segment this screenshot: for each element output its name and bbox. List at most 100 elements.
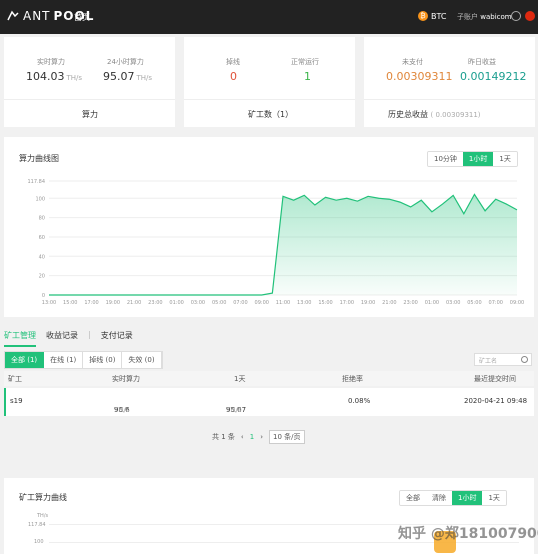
x-tick-label: 15:00 — [63, 300, 77, 306]
24h-hashrate-number: 95.07 — [103, 70, 135, 83]
account-menu[interactable]: 子账户 wabicom — [457, 12, 512, 22]
worker-range-1hour-button[interactable]: 1小时 — [452, 491, 483, 505]
col-1day[interactable]: 1天 — [234, 374, 245, 384]
total-earnings-value: ( 0.00309311) — [430, 111, 481, 119]
x-tick-label: 19:00 — [106, 300, 120, 306]
y-tick-label: 80 — [39, 216, 45, 222]
unpaid-label: 未支付 — [402, 58, 423, 66]
next-page-button[interactable]: › — [260, 433, 263, 441]
offline-label: 掉线 — [226, 58, 240, 66]
watermark-text: 知乎 @郑1810079000 — [398, 526, 538, 542]
worker-1day-unit: TH/s — [226, 406, 242, 414]
table-row[interactable]: s19 96.6 TH/s 95.07 TH/s 0.08% 2020-04-2… — [4, 388, 534, 416]
card-divider — [4, 99, 175, 100]
bitcoin-icon: ₿ — [418, 11, 428, 21]
range-10min-button[interactable]: 10分钟 — [428, 152, 463, 166]
tab-earnings-records[interactable]: 收益记录 — [46, 330, 78, 347]
y-tick-label: 60 — [39, 235, 45, 241]
tab-separator: | — [88, 330, 91, 339]
realtime-hashrate-label: 实时算力 — [37, 58, 65, 66]
x-tick-label: 17:00 — [84, 300, 98, 306]
worker-range-1day-button[interactable]: 1天 — [482, 491, 506, 505]
x-tick-label: 07:00 — [233, 300, 247, 306]
filter-online[interactable]: 在线 (1) — [44, 352, 84, 368]
x-tick-label: 13:00 — [297, 300, 311, 306]
x-tick-label: 09:00 — [510, 300, 524, 306]
filter-invalid[interactable]: 失效 (0) — [122, 352, 162, 368]
x-tick-label: 01:00 — [169, 300, 183, 306]
range-all-button[interactable]: 全部 — [400, 491, 426, 505]
y-tick-label: 40 — [39, 254, 45, 260]
online-label: 正常运行 — [291, 58, 319, 66]
hashrate-card-title: 算力 — [82, 110, 98, 119]
offline-value[interactable]: 0 — [230, 70, 237, 83]
realtime-hashrate-value: 104.03 TH/s — [26, 70, 82, 83]
filter-offline[interactable]: 掉线 (0) — [83, 352, 123, 368]
online-value[interactable]: 1 — [304, 70, 311, 83]
unpaid-value: 0.00309311 — [386, 70, 453, 83]
ant-icon — [7, 10, 19, 21]
clear-button[interactable]: 清除 — [426, 491, 452, 505]
hashrate-area — [49, 194, 517, 295]
x-tick-label: 17:00 — [340, 300, 354, 306]
workers-card: 掉线 0 正常运行 1 矿工数（1） — [184, 37, 355, 127]
y-tick-label: 20 — [39, 274, 45, 280]
hashrate-chart-title: 算力曲线图 — [19, 154, 59, 163]
x-tick-label: 07:00 — [489, 300, 503, 306]
worker-status-filter: 全部 (1) 在线 (1) 掉线 (0) 失效 (0) — [4, 351, 163, 369]
tab-payment-records[interactable]: 支付记录 — [101, 330, 133, 347]
page-number[interactable]: 1 — [250, 433, 254, 441]
logo-ant: ANT — [23, 9, 51, 23]
hashrate-chart: 0 20 40 60 80 100 117.84 13:00 15:00 17:00 19:00 21… — [28, 179, 525, 306]
col-reject-rate[interactable]: 拒绝率 — [342, 374, 363, 384]
x-tick-label: 01:00 — [425, 300, 439, 306]
worker-last-submit: 2020-04-21 09:48 — [464, 397, 528, 405]
24h-hashrate-label: 24小时算力 — [107, 58, 144, 66]
worker-chart-title: 矿工算力曲线 — [19, 493, 67, 502]
search-icon[interactable] — [521, 356, 528, 363]
worker-tabs: 矿工管理 收益记录 | 支付记录 — [4, 330, 133, 347]
worker-chart-y-unit: TH/s — [37, 513, 49, 519]
worker-chart-y-100: 100 — [34, 539, 44, 545]
x-tick-label: 11:00 — [276, 300, 290, 306]
coin-selector[interactable]: ₿ BTC — [418, 11, 447, 21]
nav-home-link[interactable]: 首页 — [74, 12, 90, 23]
hashrate-range-selector: 10分钟 1小时 1天 — [427, 151, 518, 167]
x-tick-label: 05:00 — [212, 300, 226, 306]
realtime-hashrate-number: 104.03 — [26, 70, 65, 83]
x-tick-label: 09:00 — [255, 300, 269, 306]
pagination: 共 1 条 ‹ 1 › 10 条/页 — [212, 430, 305, 444]
language-flag-icon[interactable] — [525, 11, 535, 21]
top-bar: ANT POOL 首页 ₿ BTC 子账户 wabicom — [0, 0, 538, 34]
account-info-icon[interactable] — [511, 11, 521, 21]
y-tick-label: 0 — [42, 293, 45, 299]
col-worker[interactable]: 矿工 — [8, 374, 22, 384]
filter-all[interactable]: 全部 (1) — [5, 352, 45, 368]
card-divider — [184, 99, 355, 100]
worker-name[interactable]: s19 — [10, 397, 23, 405]
col-last-submit[interactable]: 最近提交时间 — [474, 374, 516, 384]
account-label: 子账户 — [457, 13, 478, 21]
x-tick-label: 23:00 — [403, 300, 417, 306]
y-tick-label: 100 — [35, 196, 45, 202]
worker-table-header: 矿工 实时算力 1天 拒绝率 最近提交时间 — [4, 371, 534, 386]
tab-worker-management[interactable]: 矿工管理 — [4, 330, 36, 347]
worker-realtime-unit: TH/s — [114, 406, 130, 414]
col-realtime-hashrate[interactable]: 实时算力 — [112, 374, 140, 384]
earnings-card: 未支付 0.00309311 昨日收益 0.00149212 历史总收益 ( 0… — [364, 37, 535, 127]
page-size-select[interactable]: 10 条/页 — [269, 430, 305, 444]
yesterday-earnings-label: 昨日收益 — [468, 58, 496, 66]
prev-page-button[interactable]: ‹ — [241, 433, 244, 441]
x-tick-label: 15:00 — [318, 300, 332, 306]
range-1hour-button[interactable]: 1小时 — [462, 152, 494, 166]
range-1day-button[interactable]: 1天 — [493, 152, 517, 166]
24h-hashrate-unit: TH/s — [136, 74, 153, 82]
x-tick-label: 03:00 — [446, 300, 460, 306]
x-tick-label: 13:00 — [42, 300, 56, 306]
worker-search-input[interactable]: 矿工名 — [474, 353, 532, 366]
x-tick-label: 21:00 — [127, 300, 141, 306]
realtime-hashrate-unit: TH/s — [66, 74, 83, 82]
x-tick-label: 05:00 — [467, 300, 481, 306]
worker-chart-y-max: 117.84 — [28, 522, 46, 528]
pagination-total: 共 1 条 — [212, 433, 235, 441]
